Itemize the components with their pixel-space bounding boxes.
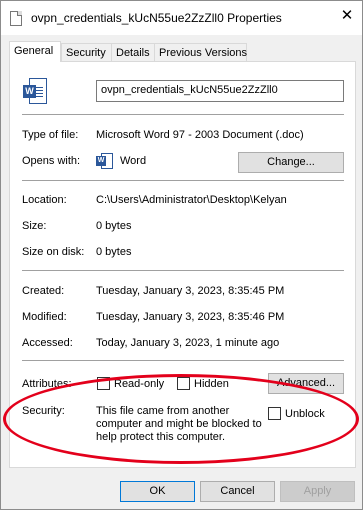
- unblock-checkbox[interactable]: [268, 407, 281, 420]
- security-label: Security:: [22, 405, 65, 417]
- ok-button[interactable]: OK: [120, 481, 195, 502]
- cancel-button[interactable]: Cancel: [200, 481, 275, 502]
- accessed-label: Accessed:: [22, 337, 73, 349]
- size-value: 0 bytes: [96, 220, 132, 232]
- close-button[interactable]: ✕: [336, 5, 358, 27]
- separator: [22, 360, 344, 361]
- opens-with-value: Word: [120, 155, 147, 167]
- apply-button[interactable]: Apply: [280, 481, 355, 502]
- created-label: Created:: [22, 285, 65, 297]
- type-value: Microsoft Word 97 - 2003 Document (.doc): [96, 129, 304, 141]
- window-title: ovpn_credentials_kUcN55ue2ZzZll0 Propert…: [31, 11, 282, 25]
- tab-details[interactable]: Details: [111, 43, 155, 61]
- tab-security[interactable]: Security: [61, 43, 112, 61]
- modified-value: Tuesday, January 3, 2023, 8:35:46 PM: [96, 311, 285, 323]
- hidden-label[interactable]: Hidden: [194, 378, 229, 390]
- file-name-field[interactable]: ovpn_credentials_kUcN55ue2ZzZll0: [96, 80, 344, 102]
- title-bar: ovpn_credentials_kUcN55ue2ZzZll0 Propert…: [1, 1, 362, 35]
- unblock-label[interactable]: Unblock: [285, 408, 325, 420]
- location-value: C:\Users\Administrator\Desktop\Kelyan: [96, 194, 287, 206]
- tab-previous-versions[interactable]: Previous Versions: [154, 43, 247, 61]
- created-value: Tuesday, January 3, 2023, 8:35:45 PM: [96, 285, 285, 297]
- size-on-disk-label: Size on disk:: [22, 246, 85, 258]
- hidden-checkbox[interactable]: [177, 377, 190, 390]
- modified-label: Modified:: [22, 311, 67, 323]
- opens-with-label: Opens with:: [22, 155, 81, 167]
- advanced-button[interactable]: Advanced...: [268, 373, 344, 394]
- read-only-label[interactable]: Read-only: [114, 378, 164, 390]
- attributes-label: Attributes:: [22, 378, 72, 390]
- size-on-disk-value: 0 bytes: [96, 246, 132, 258]
- security-text-line-3: help protect this computer.: [96, 431, 226, 443]
- security-text-line-2: computer and might be blocked to: [96, 418, 262, 430]
- word-document-icon: W: [23, 78, 47, 106]
- separator: [22, 114, 344, 115]
- type-label: Type of file:: [22, 129, 79, 141]
- change-button[interactable]: Change...: [238, 152, 344, 173]
- tab-general[interactable]: General: [9, 41, 61, 62]
- read-only-checkbox[interactable]: [97, 377, 110, 390]
- general-panel: W ovpn_credentials_kUcN55ue2ZzZll0 Type …: [9, 61, 356, 468]
- security-text-line-1: This file came from another: [96, 405, 230, 417]
- location-label: Location:: [22, 194, 67, 206]
- properties-window: ovpn_credentials_kUcN55ue2ZzZll0 Propert…: [0, 0, 363, 510]
- separator: [22, 270, 344, 271]
- word-app-icon: W: [96, 153, 114, 169]
- size-label: Size:: [22, 220, 47, 232]
- file-icon: [10, 11, 22, 26]
- accessed-value: Today, January 3, 2023, 1 minute ago: [96, 337, 280, 349]
- separator: [22, 180, 344, 181]
